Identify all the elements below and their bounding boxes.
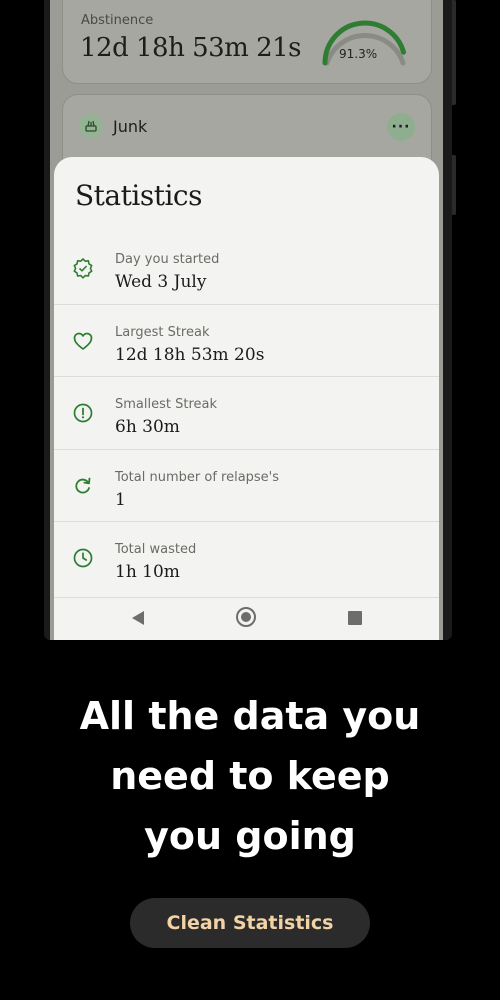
- abstinence-card[interactable]: Abstinence 12d 18h 53m 21s 91.3%: [62, 0, 432, 84]
- more-options-button[interactable]: ···: [387, 113, 415, 141]
- progress-gauge: [322, 20, 407, 66]
- refresh-icon: [75, 477, 91, 494]
- home-circle-icon[interactable]: [236, 607, 256, 627]
- stat-value: 6h 30m: [115, 417, 180, 437]
- alert-circle-icon: [73, 403, 93, 423]
- back-triangle-icon[interactable]: [132, 611, 144, 625]
- android-navigation-bar: [54, 597, 439, 640]
- junk-food-icon: [79, 114, 103, 138]
- stat-row-relapses: Total number of relapse's 1: [54, 449, 439, 522]
- headline-line-1: All the data you: [79, 694, 421, 738]
- recent-square-icon[interactable]: [348, 611, 362, 625]
- statistics-bottom-sheet: Statistics Day you started Wed 3 July La…: [54, 157, 439, 597]
- stat-value: 1: [115, 490, 126, 510]
- stat-label: Total number of relapse's: [115, 470, 280, 485]
- progress-percentage: 91.3%: [339, 47, 378, 61]
- promo-headline: All the data you need to keep you going: [0, 686, 500, 866]
- stat-value: 12d 18h 53m 20s: [115, 345, 265, 365]
- stat-row-largest-streak: Largest Streak 12d 18h 53m 20s: [54, 304, 439, 377]
- badge-check-icon: [73, 258, 93, 279]
- stat-value: Wed 3 July: [115, 272, 207, 292]
- stat-label: Total wasted: [115, 542, 197, 557]
- stat-label: Smallest Streak: [115, 397, 218, 412]
- phone-frame: Abstinence 12d 18h 53m 21s 91.3% Junk ··…: [44, 0, 452, 640]
- heart-icon: [73, 332, 93, 350]
- stat-row-smallest-streak: Smallest Streak 6h 30m: [54, 376, 439, 449]
- stat-value: 1h 10m: [115, 562, 180, 582]
- stat-label: Day you started: [115, 252, 220, 267]
- abstinence-label: Abstinence: [81, 13, 154, 28]
- headline-line-3: you going: [144, 814, 356, 858]
- headline-line-2: need to keep: [110, 754, 390, 798]
- stat-row-total-wasted: Total wasted 1h 10m: [54, 521, 439, 594]
- abstinence-timer: 12d 18h 53m 21s: [80, 33, 302, 63]
- statistics-title: Statistics: [75, 179, 202, 212]
- stat-row-day-started: Day you started Wed 3 July: [54, 232, 439, 304]
- junk-habit-title: Junk: [113, 117, 148, 136]
- clock-icon: [73, 548, 93, 568]
- stat-label: Largest Streak: [115, 325, 210, 340]
- app-screen: Abstinence 12d 18h 53m 21s 91.3% Junk ··…: [50, 0, 443, 640]
- clean-statistics-button[interactable]: Clean Statistics: [130, 898, 370, 948]
